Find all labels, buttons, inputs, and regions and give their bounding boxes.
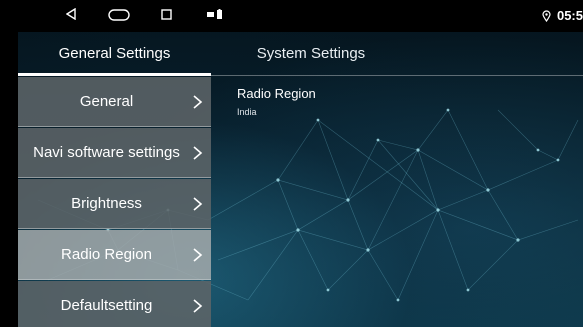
status-right: 05:5: [542, 8, 583, 23]
tab-divider: [211, 75, 583, 76]
tab-general-settings[interactable]: General Settings: [18, 32, 211, 76]
menu-item-label: Navi software settings: [33, 144, 180, 161]
menu-item-defaultsetting[interactable]: Defaultsetting: [18, 281, 211, 327]
setting-value: India: [237, 107, 257, 117]
menu-item-navi-software-settings[interactable]: Navi software settings: [18, 128, 211, 178]
menu-item-label: Brightness: [71, 195, 142, 212]
recents-icon[interactable]: [161, 9, 172, 20]
chevron-right-icon: [193, 196, 203, 211]
active-tab-indicator: [18, 73, 211, 76]
battery-icon: [217, 9, 222, 19]
home-icon[interactable]: [108, 9, 130, 21]
status-time: 05:5: [556, 8, 583, 23]
menu-item-label: General: [79, 93, 134, 110]
back-icon[interactable]: [66, 8, 76, 20]
menu-item-label: Defaultsetting: [60, 297, 153, 314]
setting-title: Radio Region: [237, 86, 316, 101]
tab-system-settings[interactable]: System Settings: [211, 32, 411, 76]
menu-item-general[interactable]: General: [18, 77, 211, 127]
chevron-right-icon: [193, 145, 203, 160]
menu-item-label: Radio Region: [61, 246, 152, 263]
menu-item-radio-region[interactable]: Radio Region: [18, 230, 211, 280]
tab-bar: General Settings System Settings: [18, 32, 583, 76]
screen: 05:5 General Settings System Settings Ge…: [18, 0, 583, 327]
status-bar: 05:5: [18, 0, 583, 32]
chevron-right-icon: [193, 94, 203, 109]
chevron-right-icon: [193, 298, 203, 313]
radio-region-setting[interactable]: Radio Region India: [237, 86, 316, 117]
location-icon: [542, 9, 551, 22]
chevron-right-icon: [193, 247, 203, 262]
menu-item-brightness[interactable]: Brightness: [18, 179, 211, 229]
settings-menu: General Navi software settings Brightnes…: [18, 77, 211, 327]
notification-icon: [207, 12, 214, 17]
